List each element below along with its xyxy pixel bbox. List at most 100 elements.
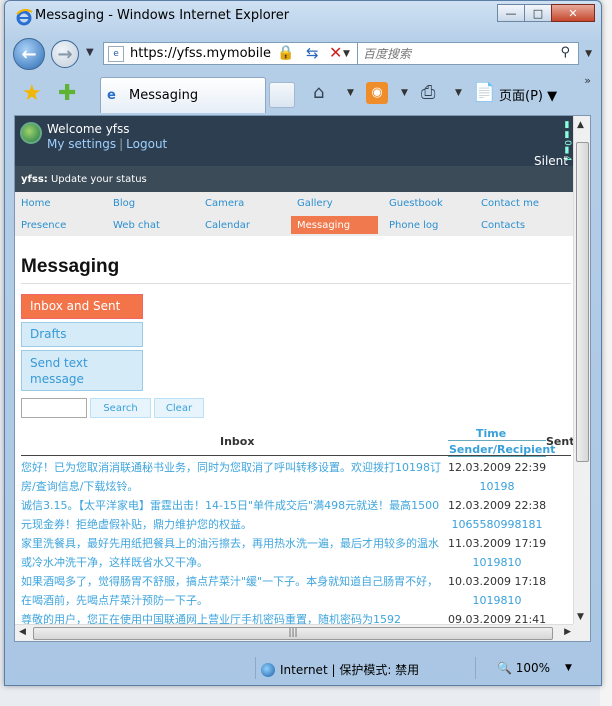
security-zone-text: Internet | 保护模式: 禁用: [280, 663, 420, 677]
scroll-right-icon[interactable]: ▶: [564, 627, 571, 637]
main-navigation: Home Blog Camera Gallery Guestbook Contact me…: [15, 192, 574, 236]
message-preview[interactable]: 您好！已为您取消消联通秘书业务，同时为您取消了呼叫转移设置。欢迎拨打10198订…: [21, 458, 445, 496]
add-favorite-icon[interactable]: ✚: [58, 81, 76, 106]
page-title: Messaging: [21, 256, 120, 277]
nav-item-messaging[interactable]: Messaging: [291, 216, 378, 234]
column-time[interactable]: Time: [476, 427, 506, 440]
message-search-input[interactable]: [21, 398, 87, 418]
nav-item-phone-log[interactable]: Phone log: [383, 216, 470, 234]
address-bar[interactable]: e https://yfss.mymobile ▼: [103, 42, 358, 65]
table-header-divider: [21, 455, 571, 456]
vertical-scrollbar[interactable]: ▲ ▼: [573, 116, 590, 626]
page-menu[interactable]: 页面(P) ▼: [499, 85, 557, 104]
zoom-level[interactable]: 🔍 100%: [497, 661, 550, 675]
page-menu-label: 页面(P): [499, 89, 543, 104]
tab-messaging[interactable]: e Messaging: [100, 77, 266, 113]
back-button[interactable]: ←: [13, 38, 45, 70]
message-preview[interactable]: 如果酒喝多了，觉得肠胃不舒服，搞点芹菜汁"缓"一下子。本身就知道自己肠胃不好，在…: [21, 572, 445, 610]
nav-item-gallery[interactable]: Gallery: [291, 194, 378, 212]
window-controls: — □ ✕: [497, 4, 595, 22]
vertical-scroll-thumb[interactable]: [576, 142, 589, 462]
toolbar-overflow-icon[interactable]: »: [584, 74, 591, 87]
recent-pages-dropdown[interactable]: ▼: [86, 47, 94, 58]
close-window-button[interactable]: ✕: [551, 4, 595, 22]
title-bar: Messaging - Windows Internet Explorer — …: [5, 1, 601, 33]
message-time: 12.03.2009 22:38: [448, 499, 547, 512]
forward-button[interactable]: →: [51, 40, 79, 68]
ie-window: Messaging - Windows Internet Explorer — …: [4, 0, 602, 686]
horizontal-scroll-thumb[interactable]: |||: [33, 627, 553, 640]
message-sender[interactable]: 10198: [448, 480, 546, 493]
scroll-down-icon[interactable]: ▼: [577, 612, 584, 622]
status-divider: [255, 657, 256, 679]
message-preview[interactable]: 诚信3.15。【太平洋家电】雷霆出击！14-15日"单件成交后"满498元就送！…: [21, 496, 445, 534]
status-update-bar[interactable]: yfss: Update your status: [15, 166, 574, 192]
scroll-left-icon[interactable]: ◀: [19, 627, 26, 637]
nav-item-blog[interactable]: Blog: [107, 194, 194, 212]
search-provider-dropdown[interactable]: ▼: [585, 49, 592, 59]
page-favicon-icon: e: [108, 45, 124, 62]
refresh-icon[interactable]: ⇆: [306, 44, 319, 62]
search-button[interactable]: Search: [90, 398, 151, 418]
message-sender[interactable]: 1065580998181: [448, 518, 546, 531]
nav-item-presence[interactable]: Presence: [15, 216, 102, 234]
message-preview[interactable]: 家里洗餐具，最好先用纸把餐具上的油污擦去，再用热水洗一遍，最后才用较多的温水或冷…: [21, 534, 445, 572]
page-icon[interactable]: 📄: [473, 82, 495, 103]
print-icon[interactable]: ⎙: [421, 82, 435, 103]
column-inbox: Inbox: [220, 435, 255, 448]
tab-row: ★ ✚ e Messaging ⌂ ▼ ◉ ▼ ⎙ ▼ 📄 页面(P) ▼ »: [5, 74, 601, 114]
clear-button[interactable]: Clear: [154, 398, 204, 418]
message-sender[interactable]: 1019810: [448, 556, 546, 569]
drafts-button[interactable]: Drafts: [21, 322, 143, 347]
tab-favicon-icon: e: [107, 87, 116, 103]
home-dropdown-icon[interactable]: ▼: [347, 88, 354, 98]
horizontal-scrollbar[interactable]: ◀ ||| ▶: [15, 624, 575, 641]
content-viewport: Welcome yfss My settings | Logout ▮▮0▮4 Si…: [14, 115, 591, 642]
favorites-star-icon[interactable]: ★: [22, 81, 42, 106]
maximize-button[interactable]: □: [524, 4, 552, 22]
nav-item-contact-me[interactable]: Contact me: [475, 194, 562, 212]
inbox-sent-button[interactable]: Inbox and Sent: [21, 294, 143, 319]
send-text-message-button[interactable]: Send text message: [21, 350, 143, 391]
address-dropdown-icon[interactable]: ▼: [343, 49, 357, 59]
search-placeholder: 百度搜索: [363, 47, 412, 61]
stop-icon[interactable]: ✕: [329, 43, 342, 62]
scroll-up-icon[interactable]: ▲: [577, 120, 584, 130]
back-arrow-icon: ←: [21, 43, 37, 65]
lock-icon[interactable]: 🔒: [277, 45, 294, 61]
message-time: 11.03.2009 17:19: [448, 537, 547, 550]
address-row: ← → ▼ e https://yfss.mymobile ▼ 🔒 ⇆ ✕ 百度…: [5, 33, 601, 73]
link-separator: |: [119, 137, 124, 151]
search-input[interactable]: 百度搜索 ⚲ ▼: [357, 42, 592, 65]
my-settings-link[interactable]: My settings: [47, 137, 116, 151]
nav-item-camera[interactable]: Camera: [199, 194, 286, 212]
message-sender[interactable]: 1019810: [448, 594, 546, 607]
column-sent: Sent: [546, 435, 574, 448]
tab-label: Messaging: [129, 88, 199, 103]
nav-item-contacts[interactable]: Contacts: [475, 216, 562, 234]
welcome-text: Welcome yfss: [47, 122, 130, 136]
status-divider: [475, 657, 476, 679]
scroll-corner: [573, 624, 590, 641]
nav-item-guestbook[interactable]: Guestbook: [383, 194, 470, 212]
window-title: Messaging - Windows Internet Explorer: [35, 8, 290, 23]
status-prompt: Update your status: [50, 174, 147, 185]
minimize-button[interactable]: —: [497, 4, 525, 22]
message-time: 12.03.2009 22:39: [448, 461, 547, 474]
zoom-dropdown-icon[interactable]: ▼: [565, 663, 572, 673]
security-zone[interactable]: Internet | 保护模式: 禁用: [261, 661, 419, 678]
title-divider: [21, 283, 571, 284]
rss-feed-icon[interactable]: ◉: [366, 82, 388, 104]
sender-header-underline: [448, 456, 546, 457]
nav-item-web-chat[interactable]: Web chat: [107, 216, 194, 234]
search-icon[interactable]: ⚲: [560, 45, 570, 60]
nav-item-home[interactable]: Home: [15, 194, 102, 212]
print-dropdown-icon[interactable]: ▼: [455, 88, 462, 98]
rss-dropdown-icon[interactable]: ▼: [401, 88, 408, 98]
home-icon[interactable]: ⌂: [313, 82, 324, 103]
new-tab-button[interactable]: [269, 82, 295, 108]
logout-link[interactable]: Logout: [126, 137, 167, 151]
nav-item-calendar[interactable]: Calendar: [199, 216, 286, 234]
internet-globe-icon: [261, 662, 275, 677]
zoom-value: 100%: [515, 661, 551, 675]
